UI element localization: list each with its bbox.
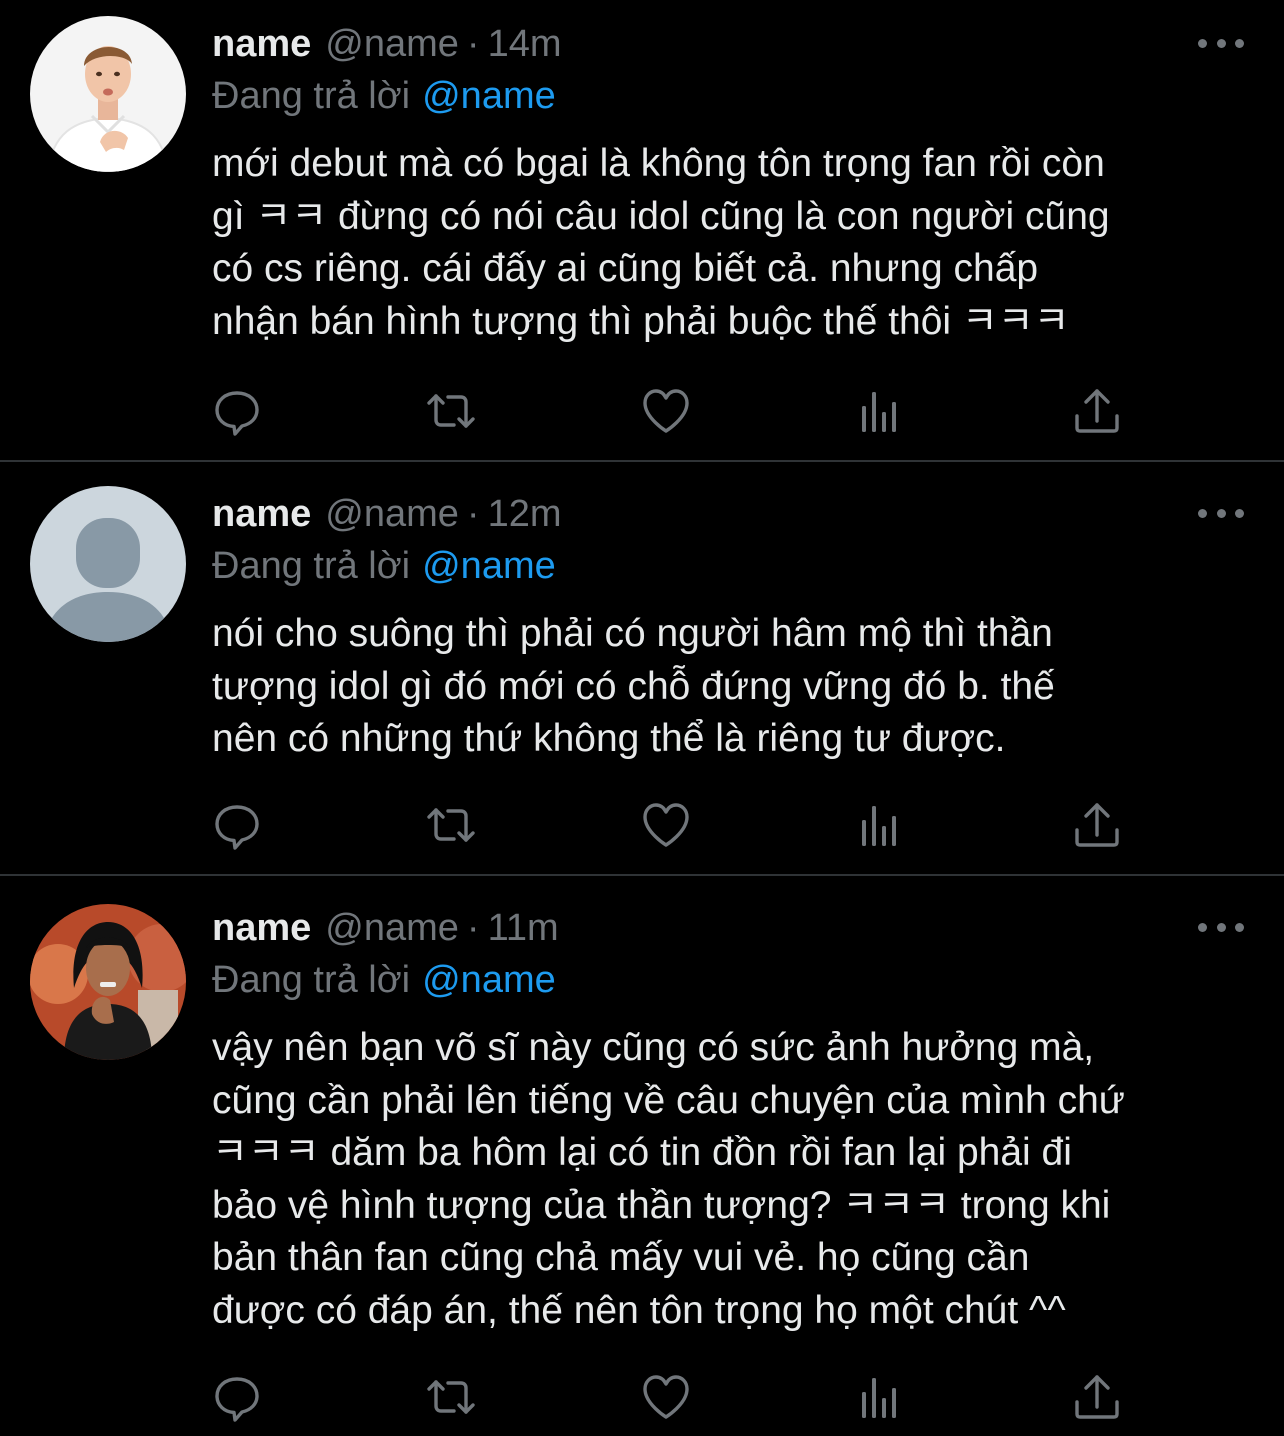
more-options-icon[interactable] <box>1198 912 1244 942</box>
tweet[interactable]: name @name · 11m Đang trả lời @name vậy nên … <box>0 876 1284 1436</box>
tweet-header: name @name · 12m <box>212 490 562 538</box>
timestamp[interactable]: 12m <box>488 493 562 535</box>
tweet-header: name @name · 14m <box>212 20 562 68</box>
like-icon[interactable] <box>641 1372 691 1422</box>
timestamp[interactable]: 11m <box>488 907 559 949</box>
default-avatar-silhouette-icon <box>30 486 186 642</box>
avatar[interactable] <box>30 486 186 642</box>
like-icon[interactable] <box>641 800 691 850</box>
avatar[interactable] <box>30 16 186 172</box>
reply-icon[interactable] <box>212 386 262 436</box>
tweet[interactable]: name @name · 12m Đang trả lời @name nói cho … <box>0 462 1284 876</box>
tweet-actions <box>212 800 1119 850</box>
display-name[interactable]: name <box>212 23 311 65</box>
display-name[interactable]: name <box>212 907 311 949</box>
tweet-text: vậy nên bạn võ sĩ này cũng có sức ảnh hư… <box>212 1026 1125 1332</box>
analytics-icon[interactable] <box>857 1372 907 1422</box>
replying-to-label: Đang trả lời <box>212 959 411 1001</box>
more-options-icon[interactable] <box>1198 498 1244 528</box>
avatar-photo <box>30 904 186 1060</box>
timestamp[interactable]: 14m <box>488 23 562 65</box>
reply-icon[interactable] <box>212 800 262 850</box>
retweet-icon[interactable] <box>426 800 476 850</box>
share-icon[interactable] <box>1072 386 1122 436</box>
tweet-actions <box>212 386 1119 436</box>
avatar-photo <box>30 16 186 172</box>
analytics-icon[interactable] <box>857 800 907 850</box>
retweet-icon[interactable] <box>426 386 476 436</box>
user-handle[interactable]: @name <box>325 907 459 949</box>
separator-dot: · <box>466 907 480 949</box>
tweet-actions <box>212 1372 1119 1422</box>
avatar[interactable] <box>30 904 186 1060</box>
analytics-icon[interactable] <box>857 386 907 436</box>
mention-link[interactable]: @name <box>422 959 556 1001</box>
share-icon[interactable] <box>1072 800 1122 850</box>
user-handle[interactable]: @name <box>325 493 459 535</box>
user-handle[interactable]: @name <box>325 23 459 65</box>
replying-to: Đang trả lời @name <box>212 542 556 590</box>
replying-to: Đang trả lời @name <box>212 956 556 1004</box>
retweet-icon[interactable] <box>426 1372 476 1422</box>
reply-icon[interactable] <box>212 1372 262 1422</box>
like-icon[interactable] <box>641 386 691 436</box>
tweet-text: mới debut mà có bgai là không tôn trọng … <box>212 142 1110 343</box>
replying-to: Đang trả lời @name <box>212 72 556 120</box>
share-icon[interactable] <box>1072 1372 1122 1422</box>
replying-to-label: Đang trả lời <box>212 545 411 587</box>
separator-dot: · <box>466 493 480 535</box>
tweet-feed: name @name · 14m Đang trả lời @name mới debu… <box>0 0 1284 1436</box>
display-name[interactable]: name <box>212 493 311 535</box>
tweet-header: name @name · 11m <box>212 904 559 952</box>
mention-link[interactable]: @name <box>422 75 556 117</box>
separator-dot: · <box>466 23 480 65</box>
mention-link[interactable]: @name <box>422 545 556 587</box>
more-options-icon[interactable] <box>1198 28 1244 58</box>
tweet[interactable]: name @name · 14m Đang trả lời @name mới debu… <box>0 0 1284 462</box>
replying-to-label: Đang trả lời <box>212 75 411 117</box>
tweet-text: nói cho suông thì phải có người hâm mộ t… <box>212 612 1055 760</box>
